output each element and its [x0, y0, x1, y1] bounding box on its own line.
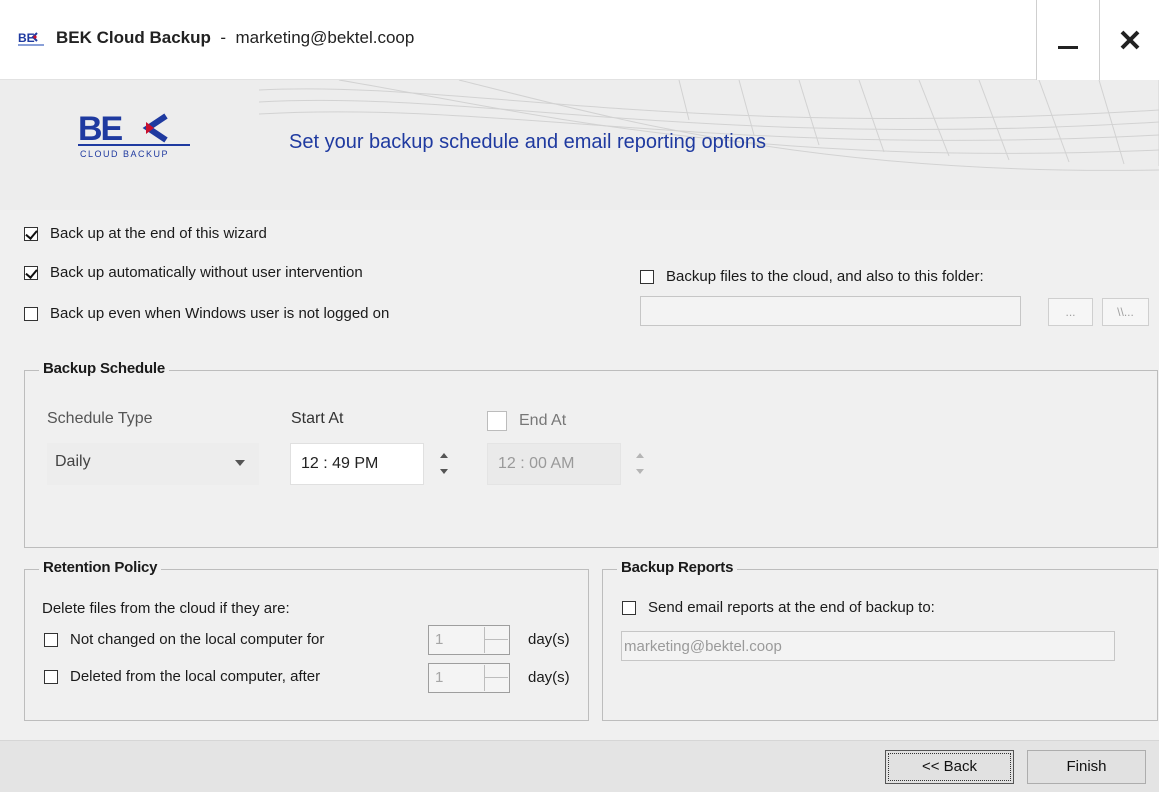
- checkbox-label: End At: [519, 412, 567, 429]
- stepper-value: 1: [435, 631, 444, 648]
- window-title: BEK Cloud Backup - marketing@bektel.coop: [56, 28, 414, 48]
- checkbox-label: Back up even when Windows user is not lo…: [50, 305, 390, 322]
- schedule-type-dropdown[interactable]: Daily: [47, 443, 259, 485]
- checkbox-label: Deleted from the local computer, after: [70, 668, 321, 685]
- wizard-content: Back up at the end of this wizard Back u…: [0, 210, 1159, 740]
- end-time-spinner[interactable]: [623, 443, 657, 485]
- network-path-button[interactable]: \\...: [1102, 298, 1149, 326]
- spin-up-icon[interactable]: [440, 453, 448, 458]
- finish-button[interactable]: Finish: [1027, 750, 1146, 784]
- deleted-checkbox[interactable]: Deleted from the local computer, after: [44, 668, 320, 685]
- backup-reports-group: Backup Reports Send email reports at the…: [602, 559, 1158, 721]
- checkbox-box[interactable]: [24, 226, 38, 241]
- bek-logo: BE CLOUD BACKUP: [78, 110, 190, 159]
- title-bar: BE BEK Cloud Backup - marketing@bektel.c…: [0, 0, 1159, 80]
- end-at-checkbox[interactable]: End At: [487, 411, 566, 431]
- app-logo-icon: BE: [18, 31, 44, 46]
- days-unit-label: day(s): [528, 631, 570, 648]
- retention-intro-text: Delete files from the cloud if they are:: [42, 600, 290, 617]
- wizard-header: BE CLOUD BACKUP Set your backup schedule…: [0, 80, 1159, 210]
- stepper-arrows[interactable]: [484, 665, 508, 691]
- backup-folder-checkbox[interactable]: Backup files to the cloud, and also to t…: [640, 268, 984, 285]
- svg-text:BE: BE: [78, 110, 123, 148]
- checkbox-label: Not changed on the local computer for: [70, 631, 325, 648]
- end-time-field[interactable]: 12 : 00 AM: [487, 443, 621, 485]
- time-value: 12 : 49 PM: [301, 455, 379, 472]
- checkbox-box[interactable]: [24, 306, 38, 321]
- checkbox-box[interactable]: [622, 600, 636, 615]
- checkbox-label: Send email reports at the end of backup …: [648, 599, 935, 616]
- start-time-spinner[interactable]: [427, 443, 461, 485]
- group-title: Backup Schedule: [39, 360, 170, 377]
- not-changed-checkbox[interactable]: Not changed on the local computer for: [44, 631, 324, 648]
- spin-down-icon[interactable]: [440, 469, 448, 474]
- checkbox-label: Back up at the end of this wizard: [50, 225, 267, 242]
- backup-schedule-group: Backup Schedule Schedule Type Daily Star…: [24, 360, 1158, 548]
- window-app-name: BEK Cloud Backup: [56, 28, 211, 47]
- close-icon: [1120, 30, 1139, 50]
- svg-text:BE: BE: [18, 31, 35, 45]
- group-title: Backup Reports: [617, 559, 738, 576]
- page-title: Set your backup schedule and email repor…: [289, 131, 766, 153]
- minimize-icon: [1058, 46, 1078, 49]
- chevron-down-icon[interactable]: [235, 460, 245, 466]
- svg-text:CLOUD BACKUP: CLOUD BACKUP: [80, 149, 169, 159]
- backup-not-logged-checkbox[interactable]: Back up even when Windows user is not lo…: [24, 305, 389, 322]
- checkbox-box[interactable]: [44, 632, 58, 647]
- window-title-separator: -: [210, 28, 236, 47]
- window-account: marketing@bektel.coop: [235, 28, 415, 47]
- wizard-footer: << Back Finish: [0, 740, 1159, 792]
- send-email-checkbox[interactable]: Send email reports at the end of backup …: [622, 599, 935, 616]
- close-button[interactable]: [1099, 0, 1159, 80]
- start-time-field[interactable]: 12 : 49 PM: [290, 443, 424, 485]
- retention-policy-group: Retention Policy Delete files from the c…: [24, 559, 589, 721]
- checkbox-box[interactable]: [24, 265, 38, 280]
- dropdown-value: Daily: [55, 453, 91, 470]
- checkbox-box[interactable]: [44, 669, 58, 684]
- not-changed-days-stepper[interactable]: 1: [428, 625, 510, 655]
- time-value: 12 : 00 AM: [498, 455, 575, 472]
- checkbox-label: Back up automatically without user inter…: [50, 264, 363, 281]
- backup-at-end-checkbox[interactable]: Back up at the end of this wizard: [24, 225, 267, 242]
- spin-up-icon[interactable]: [636, 453, 644, 458]
- email-value: marketing@bektel.coop: [624, 638, 782, 655]
- group-title: Retention Policy: [39, 559, 162, 576]
- deleted-days-stepper[interactable]: 1: [428, 663, 510, 693]
- minimize-button[interactable]: [1036, 0, 1099, 80]
- spin-down-icon[interactable]: [636, 469, 644, 474]
- checkbox-box[interactable]: [640, 269, 654, 284]
- backup-folder-field[interactable]: [640, 296, 1021, 326]
- checkbox-label: Backup files to the cloud, and also to t…: [666, 268, 984, 285]
- email-field[interactable]: marketing@bektel.coop: [621, 631, 1115, 661]
- checkbox-box[interactable]: [487, 411, 507, 431]
- stepper-arrows[interactable]: [484, 627, 508, 653]
- backup-auto-checkbox[interactable]: Back up automatically without user inter…: [24, 264, 363, 281]
- schedule-type-label: Schedule Type: [47, 410, 153, 427]
- start-at-label: Start At: [291, 410, 344, 427]
- back-button[interactable]: << Back: [885, 750, 1014, 784]
- browse-folder-button[interactable]: ...: [1048, 298, 1093, 326]
- stepper-value: 1: [435, 669, 444, 686]
- days-unit-label: day(s): [528, 669, 570, 686]
